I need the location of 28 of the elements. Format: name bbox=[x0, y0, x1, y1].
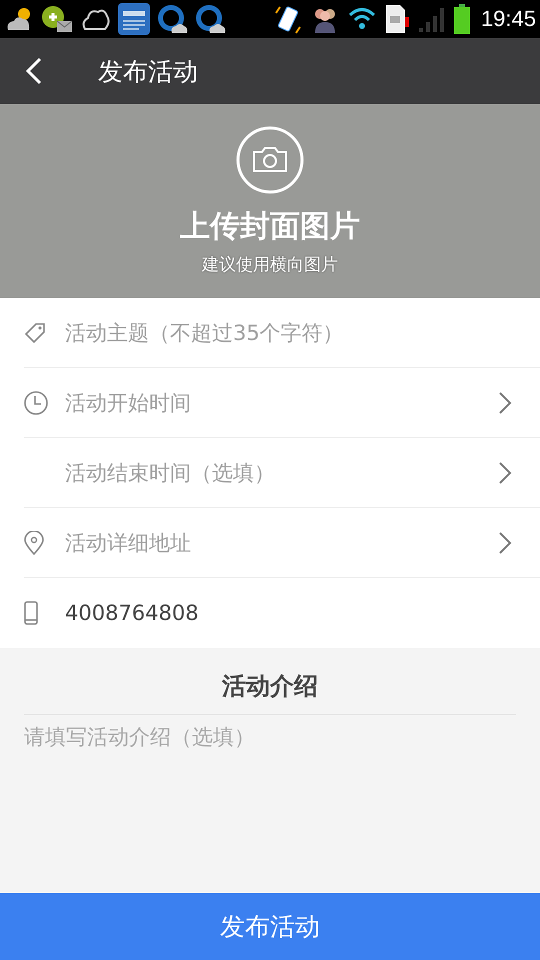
intro-panel[interactable]: 活动介绍 请填写活动介绍（选填） bbox=[0, 648, 540, 893]
upload-cover-title: 上传封面图片 bbox=[180, 208, 360, 246]
form-row[interactable]: 活动结束时间（选填） bbox=[24, 438, 540, 508]
form-row[interactable]: 活动详细地址 bbox=[24, 508, 540, 578]
app-icon bbox=[156, 3, 188, 35]
battery-icon bbox=[452, 3, 471, 35]
app-icon bbox=[194, 3, 226, 35]
field-placeholder: 活动开始时间 bbox=[65, 390, 192, 416]
upload-cover-hint: 建议使用横向图片 bbox=[202, 254, 338, 276]
form-row[interactable]: 活动主题（不超过35个字符） bbox=[24, 298, 540, 368]
phone-icon bbox=[24, 601, 38, 625]
location-pin-icon bbox=[24, 530, 44, 554]
camera-icon bbox=[236, 126, 304, 194]
field-placeholder: 活动结束时间（选填） bbox=[65, 460, 276, 486]
news-icon bbox=[118, 3, 150, 35]
page-title: 发布活动 bbox=[98, 56, 198, 88]
cover-upload-area[interactable]: 上传封面图片 建议使用横向图片 bbox=[0, 104, 540, 298]
field-placeholder: 活动主题（不超过35个字符） bbox=[65, 320, 345, 346]
form-row[interactable]: 4008764808 bbox=[24, 578, 540, 648]
clock-time: 19:45 bbox=[480, 6, 536, 32]
form-row[interactable]: 活动开始时间 bbox=[24, 368, 540, 438]
publish-button[interactable]: 发布活动 bbox=[0, 893, 540, 960]
back-icon bbox=[26, 57, 42, 85]
phone-number: 4008764808 bbox=[65, 601, 200, 625]
tag-icon bbox=[24, 322, 46, 344]
clock-icon bbox=[24, 390, 48, 414]
mail-icon bbox=[40, 4, 74, 34]
field-placeholder: 活动详细地址 bbox=[65, 530, 192, 556]
